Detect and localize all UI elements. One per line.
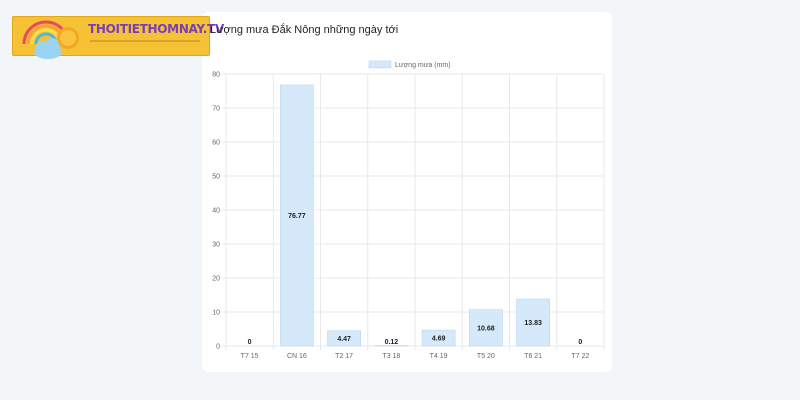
data-label: 10.68	[477, 325, 495, 332]
x-tick-label: T3 18	[382, 353, 400, 360]
x-tick-label: T5 20	[477, 353, 495, 360]
x-tick-label: T6 21	[524, 353, 542, 360]
y-axis-ticks: 0 10 20 30 40 50 60 70 80	[212, 72, 220, 351]
data-label: 4.69	[432, 336, 446, 343]
x-axis-ticks: T7 15 CN 16 T2 17 T3 18 T4 19 T5 20 T6 21 T7 22	[241, 353, 590, 360]
y-tick-label: 60	[212, 140, 220, 147]
y-tick-label: 40	[212, 208, 220, 215]
data-label: 0	[248, 339, 252, 346]
data-label: 4.47	[337, 336, 351, 343]
rainfall-bar-chart: 0 10 20 30 40 50 60 70 80 T7 15 CN 16 T2 17 T3 18 T4…	[212, 60, 605, 360]
x-tick-label: CN 16	[287, 353, 307, 360]
y-tick-label: 10	[212, 310, 220, 317]
chart-title: Lượng mưa Đắk Nông những ngày tới	[210, 24, 399, 36]
x-tick-label: T7 22	[571, 353, 589, 360]
y-tick-label: 30	[212, 242, 220, 249]
data-label: 13.83	[524, 320, 542, 327]
y-tick-label: 50	[212, 174, 220, 181]
site-logo[interactable]: THOITIETHOMNAY.TV	[10, 10, 224, 60]
y-tick-label: 80	[212, 72, 220, 79]
y-tick-label: 20	[212, 276, 220, 283]
x-tick-label: T2 17	[335, 353, 353, 360]
data-label: 0	[578, 339, 582, 346]
x-tick-label: T4 19	[430, 353, 448, 360]
chart-legend: Lượng mưa (mm)	[368, 60, 451, 69]
legend-swatch	[368, 60, 392, 69]
sun-cloud-icon	[22, 20, 79, 59]
logo-text: THOITIETHOMNAY.TV	[88, 22, 224, 36]
data-label: 76.77	[288, 213, 306, 220]
x-tick-label: T7 15	[241, 353, 259, 360]
y-tick-label: 0	[216, 344, 220, 351]
legend-label: Lượng mưa (mm)	[395, 62, 451, 69]
data-label: 0.12	[385, 339, 399, 346]
logo-tagline-line	[90, 40, 200, 42]
y-tick-label: 70	[212, 106, 220, 113]
